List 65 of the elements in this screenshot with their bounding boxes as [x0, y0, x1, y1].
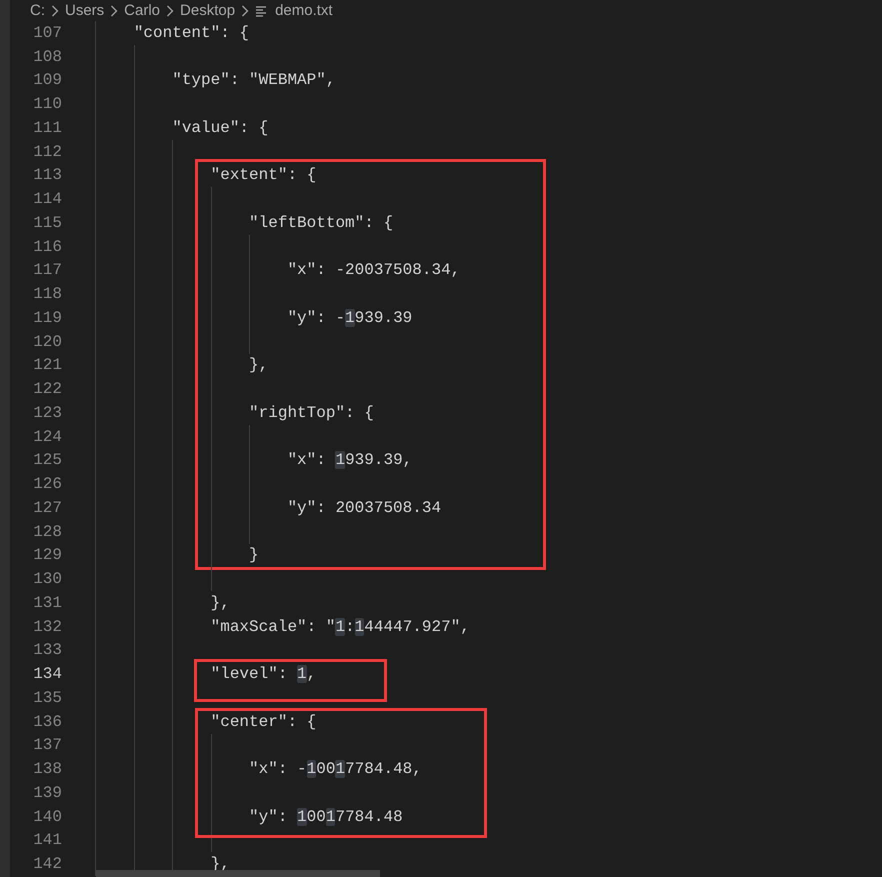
line-number: 131: [33, 594, 62, 612]
code-line: "leftBottom": {: [248, 212, 394, 234]
code-line: "y": 20037508.34: [286, 498, 442, 519]
code-line: },: [248, 355, 268, 376]
line-number: 132: [33, 618, 62, 636]
line-number: 119: [33, 308, 62, 327]
line-number: 130: [33, 570, 62, 588]
chevron-right-icon: [241, 4, 250, 16]
line-number: 111: [33, 118, 62, 137]
line-number: 135: [33, 688, 62, 707]
line-number: 140: [33, 808, 62, 826]
code-line: "type": "WEBMAP",: [171, 70, 336, 92]
file-lines-icon: [255, 4, 268, 16]
line-number: 114: [33, 190, 62, 208]
line-number: 108: [33, 48, 62, 66]
line-number: 125: [33, 451, 62, 470]
code-line: }: [248, 545, 259, 566]
code-line: "content": {: [132, 22, 250, 44]
line-number: 127: [33, 498, 62, 517]
line-number: 115: [33, 214, 62, 232]
breadcrumb-item[interactable]: C:: [30, 3, 45, 18]
code-line: "center": {: [210, 712, 316, 733]
scrollbar-thumb[interactable]: [96, 870, 380, 877]
code-line: "level": 1,: [210, 664, 316, 686]
code-line: "x": -20037508.34,: [286, 260, 460, 282]
code-line: "y": 10017784.48: [248, 806, 403, 828]
line-number: 129: [33, 546, 62, 564]
line-number: 142: [33, 855, 62, 874]
chevron-right-icon: [51, 4, 59, 16]
line-number: 112: [33, 142, 62, 161]
line-number: 133: [33, 641, 62, 660]
code-line: },: [210, 592, 230, 614]
code-line: "rightTop": {: [248, 402, 374, 424]
code-line: "x": -10017784.48,: [248, 759, 422, 780]
line-number: 110: [33, 95, 62, 114]
line-number: 118: [33, 285, 62, 304]
line-number: 117: [33, 261, 62, 280]
line-number: 138: [33, 760, 62, 778]
breadcrumb-item[interactable]: Users: [65, 3, 104, 18]
code-line: "x": 1939.39,: [286, 450, 412, 472]
breadcrumb-item[interactable]: demo.txt: [275, 3, 333, 18]
line-number: 123: [33, 404, 62, 422]
code-line: "y": -1939.39: [286, 308, 412, 329]
line-number: 134: [33, 665, 62, 684]
line-number: 116: [33, 238, 62, 256]
line-number: 120: [33, 332, 62, 351]
line-number: 122: [33, 380, 62, 398]
line-number: 121: [33, 356, 62, 374]
breadcrumb-item[interactable]: Desktop: [180, 3, 236, 18]
line-number: 128: [33, 522, 62, 541]
breadcrumb-item[interactable]: Carlo: [124, 3, 160, 18]
line-number: 107: [33, 24, 62, 42]
line-number: 136: [33, 712, 62, 731]
chevron-right-icon: [166, 4, 174, 16]
code-line: "value": {: [171, 118, 268, 139]
code-line: "extent": {: [210, 165, 316, 186]
line-number: 139: [33, 784, 62, 802]
line-number: 141: [33, 831, 62, 850]
line-number: 109: [33, 71, 62, 90]
code-line: "maxScale": "1:144447.927",: [210, 616, 470, 638]
line-number: 126: [33, 475, 62, 494]
line-number: 124: [33, 428, 62, 446]
line-number: 137: [33, 736, 62, 754]
chevron-right-icon: [110, 4, 118, 16]
line-number: 113: [33, 166, 62, 184]
